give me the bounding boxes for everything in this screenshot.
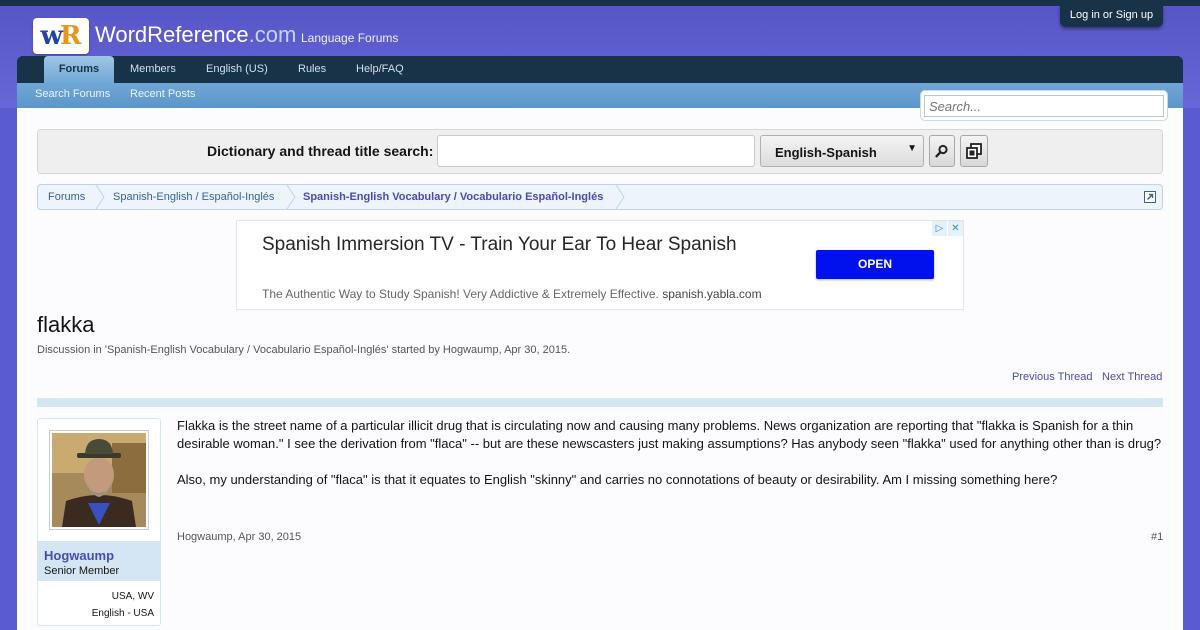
avatar-photo (52, 433, 146, 527)
logo-w-glyph: w (40, 21, 63, 51)
dictionary-search-button[interactable] (929, 135, 955, 167)
ad-description-text: The Authentic Way to Study Spanish! Very… (262, 287, 659, 301)
search-input[interactable] (924, 95, 1164, 117)
tab-members[interactable]: Members (130, 56, 176, 83)
dictionary-search-label: Dictionary and thread title search: (207, 143, 434, 159)
ad-controls: ▷ ✕ (931, 221, 963, 236)
post-footer: Hogwaump, Apr 30, 2015 (177, 531, 302, 543)
ad-domain[interactable]: spanish.yabla.com (662, 287, 761, 301)
tab-forums[interactable]: Forums (44, 56, 114, 84)
ad-choices-icon[interactable]: ▷ (932, 221, 947, 236)
post-footer-author[interactable]: Hogwaump (177, 531, 233, 543)
brand-tld: .com (248, 22, 297, 47)
ad-title[interactable]: Spanish Immersion TV - Train Your Ear To… (262, 232, 762, 257)
thread-divider (37, 398, 1163, 407)
dictionary-language-select[interactable]: English-Spanish ▼ (760, 135, 924, 167)
advertisement[interactable]: Spanish Immersion TV - Train Your Ear To… (236, 220, 964, 310)
login-signup-button[interactable]: Log in or Sign up (1060, 5, 1163, 27)
breadcrumb-forums[interactable]: Forums (48, 191, 85, 203)
post-user-block: Hogwaump Senior Member USA, WV English -… (37, 418, 161, 626)
main-content: Dictionary and thread title search: Engl… (17, 108, 1183, 630)
copy-icon (966, 143, 982, 159)
breadcrumb-vocabulary[interactable]: Spanish-English Vocabulary / Vocabulario… (303, 191, 603, 203)
chevron-right-icon (95, 185, 105, 209)
subtab-search-forums[interactable]: Search Forums (35, 88, 110, 100)
post-paragraph: Flakka is the street name of a particula… (177, 418, 1162, 451)
search-icon (935, 144, 948, 158)
chevron-right-icon (615, 185, 625, 209)
jump-menu-icon[interactable] (1144, 191, 1156, 203)
tab-rules[interactable]: Rules (298, 56, 326, 83)
search-box (920, 90, 1168, 121)
post-paragraph: Also, my understanding of "flaca" is tha… (177, 472, 1058, 487)
chevron-down-icon: ▼ (907, 143, 917, 154)
breadcrumb-spanish-english[interactable]: Spanish-English / Español-Inglés (113, 191, 274, 203)
site-logo[interactable]: wR (33, 18, 89, 54)
breadcrumb: Forums Spanish-English / Español-Inglés … (37, 184, 1163, 210)
subtab-recent-posts[interactable]: Recent Posts (130, 88, 195, 100)
post-author-language: English - USA (91, 608, 154, 619)
post-date[interactable]: Apr 30, 2015 (238, 531, 301, 543)
dictionary-search-box: Dictionary and thread title search: Engl… (37, 129, 1163, 174)
post-author-title: Senior Member (44, 565, 120, 577)
post-author-location: USA, WV (111, 591, 154, 602)
post-message: Flakka is the street name of a particula… (177, 417, 1167, 507)
chevron-right-icon (286, 185, 296, 209)
thread-meta: Discussion in 'Spanish-English Vocabular… (37, 344, 571, 356)
logo-r-glyph: R (59, 21, 82, 51)
reverse-search-button[interactable] (960, 135, 988, 167)
next-thread-link[interactable]: Next Thread (1102, 371, 1162, 383)
brand-word: WordReference (95, 22, 249, 47)
tab-help-faq[interactable]: Help/FAQ (356, 56, 404, 83)
post-author-name[interactable]: Hogwaump (44, 548, 114, 563)
avatar[interactable] (49, 430, 149, 530)
main-nav: Forums Members English (US) Rules Help/F… (17, 56, 1183, 84)
thread-title: flakka (37, 312, 95, 337)
previous-thread-link[interactable]: Previous Thread (1012, 371, 1093, 383)
brand-subtitle: Language Forums (301, 31, 399, 45)
ad-open-button[interactable]: OPEN (816, 250, 934, 279)
close-icon[interactable]: ✕ (948, 221, 963, 236)
dictionary-search-input[interactable] (437, 135, 755, 167)
tab-english-us[interactable]: English (US) (206, 56, 268, 83)
dictionary-language-value: English-Spanish (775, 145, 877, 160)
ad-description: The Authentic Way to Study Spanish! Very… (262, 287, 762, 301)
post-number[interactable]: #1 (1151, 531, 1163, 543)
user-name-area: Hogwaump Senior Member (38, 541, 160, 581)
brand-name[interactable]: WordReference.com (95, 22, 296, 48)
